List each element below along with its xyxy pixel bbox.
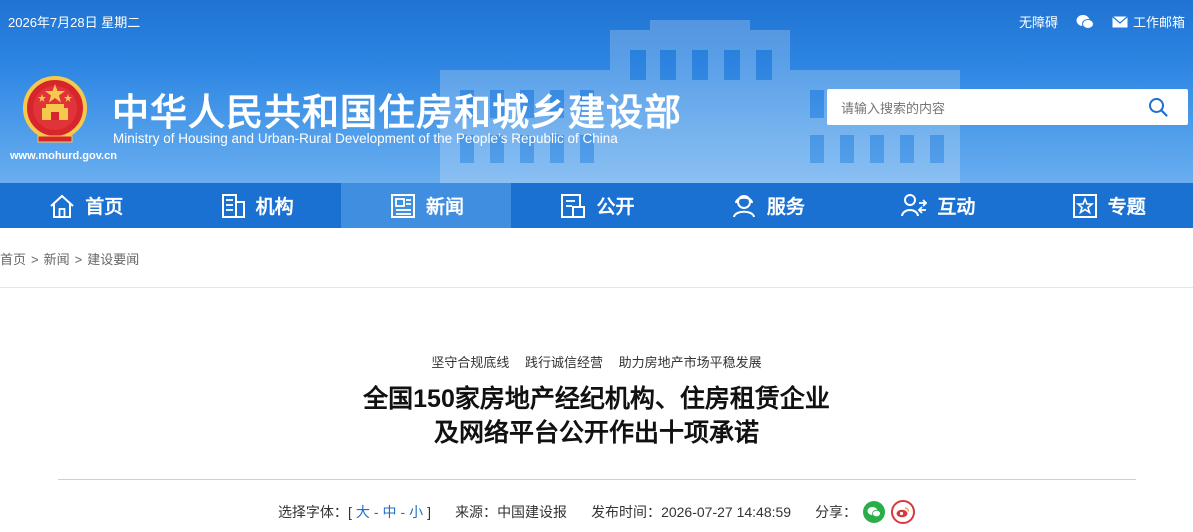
share-group: 分享： (815, 500, 916, 524)
font-small-button[interactable]: 小 (409, 502, 423, 522)
weibo-icon (896, 507, 910, 518)
font-size-selector: 选择字体： [ 大 - 中 - 小 ] (278, 502, 431, 522)
interact-icon (901, 193, 928, 216)
font-size-label: 选择字体： (277, 504, 348, 520)
breadcrumb-current[interactable]: 建设要闻 (87, 252, 139, 267)
star-box-icon (1072, 193, 1097, 218)
time-value: 2026-07-27 14:48:59 (661, 504, 792, 520)
accessibility-link[interactable]: 无障碍 (1019, 12, 1058, 31)
site-header: 2026年7月28日 星期二 无障碍 工作邮箱 www.mohurd.gov.c… (0, 0, 1193, 183)
article-subtitle: 坚守合规底线 践行诚信经营 助力房地产市场平稳发展 (0, 352, 1193, 371)
building-icon (221, 193, 245, 218)
nav-label: 公开 (596, 197, 635, 218)
source-label: 来源： (455, 504, 498, 520)
nav-label: 服务 (766, 197, 805, 218)
topbar-links: 无障碍 工作邮箱 (1019, 12, 1185, 31)
article-title-line: 全国150家房地产经纪机构、住房租赁企业 (363, 385, 830, 413)
nav-item-public[interactable]: 公开 (511, 183, 681, 228)
article-time: 发布时间： 2026-07-27 14:48:59 (591, 502, 791, 522)
font-large-button[interactable]: 大 (356, 502, 370, 522)
breadcrumb: 首页 > 新闻 > 建设要闻 (0, 249, 139, 268)
breadcrumb-divider (0, 287, 1193, 288)
nav-item-organization[interactable]: 机构 (170, 183, 340, 228)
search-input[interactable] (839, 89, 1143, 127)
share-label: 分享： (815, 504, 858, 520)
share-weibo-button[interactable] (891, 500, 916, 524)
wechat-icon (867, 507, 881, 518)
article-title: 全国150家房地产经纪机构、住房租赁企业 及网络平台公开作出十项承诺 (0, 382, 1193, 450)
search-box (827, 89, 1188, 127)
title-divider (58, 479, 1136, 480)
breadcrumb-separator: > (31, 252, 39, 267)
breadcrumb-home[interactable]: 首页 (0, 252, 26, 267)
article-meta: 选择字体： [ 大 - 中 - 小 ] 来源： 中国建设报 发布时间： 2026… (0, 500, 1193, 524)
font-bracket: [ (347, 504, 352, 520)
date-display: 2026年7月28日 星期二 (8, 15, 141, 30)
nav-label: 互动 (937, 197, 976, 218)
article-source: 来源： 中国建设报 (455, 502, 567, 522)
nav-item-home[interactable]: 首页 (0, 183, 170, 228)
wechat-link[interactable] (1076, 14, 1094, 30)
breadcrumb-news[interactable]: 新闻 (44, 252, 70, 267)
subtitle-part: 助力房地产市场平稳发展 (618, 355, 762, 370)
wechat-icon (1076, 14, 1094, 29)
font-medium-button[interactable]: 中 (383, 502, 397, 522)
source-value: 中国建设报 (497, 504, 568, 520)
subtitle-part: 坚守合规底线 (431, 355, 510, 370)
nav-item-service[interactable]: 服务 (682, 183, 852, 228)
nav-label: 首页 (85, 197, 124, 218)
article-title-line: 及网络平台公开作出十项承诺 (433, 419, 759, 447)
nav-item-news[interactable]: 新闻 (340, 183, 512, 228)
service-icon (732, 194, 755, 217)
font-dash: - (400, 504, 406, 520)
newspaper-icon (391, 193, 416, 218)
breadcrumb-separator: > (74, 252, 83, 267)
document-icon (561, 193, 586, 218)
mail-link[interactable]: 工作邮箱 (1112, 12, 1185, 31)
share-wechat-button[interactable] (863, 501, 886, 523)
nav-label: 机构 (255, 197, 294, 218)
font-dash: - (373, 504, 379, 520)
site-title-en: Ministry of Housing and Urban-Rural Deve… (113, 131, 618, 146)
subtitle-part: 践行诚信经营 (524, 355, 603, 370)
nav-item-interact[interactable]: 互动 (852, 183, 1022, 228)
home-icon (50, 194, 74, 218)
nav-label: 新闻 (426, 197, 465, 218)
national-emblem-icon (23, 76, 87, 143)
site-title-cn: 中华人民共和国住房和城乡建设部 (112, 92, 682, 133)
main-nav: 首页 机构 新闻 公开 服务 互动 专题 (0, 183, 1193, 228)
mail-icon (1112, 15, 1128, 27)
site-url: www.mohurd.gov.cn (10, 150, 117, 162)
nav-label: 专题 (1107, 197, 1146, 218)
mail-label: 工作邮箱 (1132, 15, 1185, 30)
nav-item-topic[interactable]: 专题 (1023, 183, 1193, 228)
search-icon[interactable] (1148, 97, 1168, 117)
font-bracket: ] (427, 504, 432, 520)
time-label: 发布时间： (591, 504, 662, 520)
